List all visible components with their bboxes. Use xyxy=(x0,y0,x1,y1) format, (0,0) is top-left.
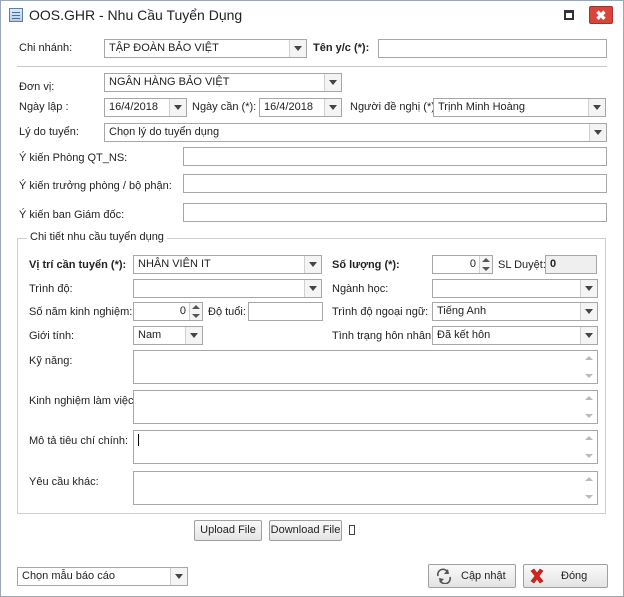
y-kien-qt-input[interactable] xyxy=(183,147,607,166)
text-cursor xyxy=(138,434,139,446)
window-title: OOS.GHR - Nhu Cầu Tuyển Dụng xyxy=(29,7,243,23)
trinh-do-label: Trình độ: xyxy=(29,283,73,295)
y-kien-tp-label: Ý kiến trưởng phòng / bộ phận: xyxy=(19,180,172,192)
ngay-lap-label: Ngày lập : xyxy=(19,101,69,113)
so-nam-label: Số năm kinh nghiệm: xyxy=(29,306,133,318)
kinh-nghiem-label: Kinh nghiệm làm việc: xyxy=(29,395,137,407)
y-kien-tp-input[interactable] xyxy=(183,174,607,193)
title-bar: OOS.GHR - Nhu Cầu Tuyển Dụng ✖ xyxy=(1,1,623,31)
vi-tri-label: Vị trí cần tuyển (*): xyxy=(29,259,127,271)
spin-arrows-icon[interactable] xyxy=(189,303,202,320)
scrollbar[interactable] xyxy=(581,391,597,423)
app-form-icon xyxy=(9,8,23,22)
gioi-tinh-value: Nam xyxy=(138,329,162,341)
nganh-hoc-label: Ngành học: xyxy=(332,283,389,295)
chi-nhanh-label: Chi nhánh: xyxy=(19,42,73,54)
nguoi-de-nghi-value: Trịnh Minh Hoàng xyxy=(438,101,526,113)
hon-nhan-value: Đã kết hôn xyxy=(437,329,491,341)
chevron-down-icon[interactable] xyxy=(324,99,341,116)
yeu-cau-label: Yêu cầu khác: xyxy=(29,476,99,488)
cap-nhat-button[interactable]: Cập nhật xyxy=(428,564,516,588)
gioi-tinh-label: Giới tính: xyxy=(29,330,75,342)
ngoai-ngu-select[interactable]: Tiếng Anh xyxy=(432,302,598,321)
ngay-lap-value: 16/4/2018 xyxy=(109,101,158,113)
chevron-down-icon[interactable] xyxy=(304,280,321,297)
detail-group-title: Chi tiết nhu cầu tuyển dụng xyxy=(27,231,167,243)
chevron-down-icon[interactable] xyxy=(289,40,306,57)
hon-nhan-select[interactable]: Đã kết hôn xyxy=(432,326,598,345)
chevron-down-icon[interactable] xyxy=(185,327,202,344)
scrollbar[interactable] xyxy=(581,431,597,463)
divider xyxy=(17,66,607,67)
y-kien-qt-label: Ý kiến Phòng QT_NS: xyxy=(19,152,128,164)
ten-yc-label: Tên y/c (*): xyxy=(313,42,370,54)
ngay-can-date-picker[interactable]: 16/4/2018 xyxy=(259,98,342,117)
chevron-down-icon[interactable] xyxy=(324,74,341,91)
hon-nhan-label: Tình trạng hôn nhân: xyxy=(332,330,435,342)
nguoi-de-nghi-label: Người đề nghị (*): xyxy=(350,101,438,113)
chevron-down-icon[interactable] xyxy=(169,99,186,116)
report-template-placeholder: Chọn mẫu báo cáo xyxy=(22,570,115,582)
close-window-button[interactable]: ✖ xyxy=(589,6,613,24)
y-kien-gd-input[interactable] xyxy=(183,203,607,222)
sl-duyet-value: 0 xyxy=(545,255,597,274)
do-tuoi-input[interactable] xyxy=(248,302,323,321)
chevron-down-icon[interactable] xyxy=(588,99,605,116)
yeu-cau-textarea[interactable] xyxy=(133,471,598,505)
so-nam-stepper[interactable]: 0 xyxy=(133,302,203,321)
so-luong-label: Số lượng (*): xyxy=(332,259,400,271)
gioi-tinh-select[interactable]: Nam xyxy=(133,326,203,345)
main-window: OOS.GHR - Nhu Cầu Tuyển Dụng ✖ Chi nhánh… xyxy=(0,0,624,597)
cap-nhat-label: Cập nhật xyxy=(461,570,506,582)
dong-label: Đóng xyxy=(561,570,588,582)
don-vi-value: NGÂN HÀNG BẢO VIỆT xyxy=(109,76,230,88)
do-tuoi-label: Độ tuổi: xyxy=(208,306,246,318)
chevron-down-icon[interactable] xyxy=(589,124,606,141)
don-vi-select[interactable]: NGÂN HÀNG BẢO VIỆT xyxy=(104,73,342,92)
restore-window-icon[interactable] xyxy=(564,10,574,20)
spin-arrows-icon[interactable] xyxy=(479,256,492,273)
ngoai-ngu-value: Tiếng Anh xyxy=(437,305,487,317)
don-vi-label: Đơn vị: xyxy=(19,81,55,93)
so-luong-value: 0 xyxy=(469,258,476,270)
chi-nhanh-select[interactable]: TẬP ĐOÀN BẢO VIỆT xyxy=(104,39,307,58)
ngay-lap-date-picker[interactable]: 16/4/2018 xyxy=(104,98,187,117)
ly-do-label: Lý do tuyển: xyxy=(19,126,79,138)
vi-tri-value: NHÂN VIÊN IT xyxy=(138,258,211,270)
ten-yc-input[interactable] xyxy=(378,39,607,58)
report-template-select[interactable]: Chọn mẫu báo cáo xyxy=(17,567,188,586)
chevron-down-icon[interactable] xyxy=(304,256,321,273)
ngay-can-value: 16/4/2018 xyxy=(264,101,313,113)
refresh-save-icon xyxy=(436,568,452,584)
so-nam-value: 0 xyxy=(179,305,186,317)
upload-file-button[interactable]: Upload File xyxy=(194,520,262,541)
dong-button[interactable]: Đóng xyxy=(523,564,608,588)
nguoi-de-nghi-select[interactable]: Trịnh Minh Hoàng xyxy=(433,98,606,117)
ly-do-placeholder: Chọn lý do tuyển dụng xyxy=(109,126,220,138)
download-file-button[interactable]: Download File xyxy=(269,520,342,541)
file-indicator-icon xyxy=(349,525,355,535)
chi-nhanh-value: TẬP ĐOÀN BẢO VIỆT xyxy=(109,42,219,54)
scrollbar[interactable] xyxy=(581,472,597,504)
y-kien-gd-label: Ý kiến ban Giám đốc: xyxy=(19,209,125,221)
chevron-down-icon[interactable] xyxy=(580,280,597,297)
scrollbar[interactable] xyxy=(581,351,597,383)
chevron-down-icon[interactable] xyxy=(170,568,187,585)
close-x-icon xyxy=(530,568,544,584)
mo-ta-textarea[interactable] xyxy=(133,430,598,464)
vi-tri-select[interactable]: NHÂN VIÊN IT xyxy=(133,255,322,274)
ky-nang-textarea[interactable] xyxy=(133,350,598,384)
ngoai-ngu-label: Trình độ ngoại ngữ: xyxy=(332,306,429,318)
kinh-nghiem-textarea[interactable] xyxy=(133,390,598,424)
nganh-hoc-select[interactable] xyxy=(432,279,598,298)
sl-duyet-label: SL Duyệt: xyxy=(498,259,546,271)
chevron-down-icon[interactable] xyxy=(580,303,597,320)
ky-nang-label: Kỹ năng: xyxy=(29,355,73,367)
chevron-down-icon[interactable] xyxy=(580,327,597,344)
ngay-can-label: Ngày cần (*): xyxy=(192,101,257,113)
mo-ta-label: Mô tả tiêu chí chính: xyxy=(29,435,129,447)
trinh-do-select[interactable] xyxy=(133,279,322,298)
so-luong-stepper[interactable]: 0 xyxy=(432,255,493,274)
ly-do-select[interactable]: Chọn lý do tuyển dụng xyxy=(104,123,607,142)
